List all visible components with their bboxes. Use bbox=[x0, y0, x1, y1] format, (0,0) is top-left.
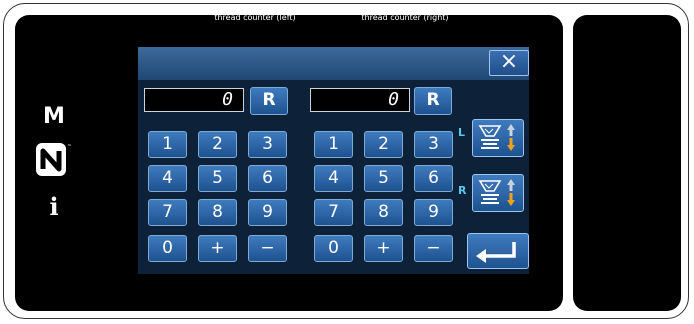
right-key-minus[interactable]: − bbox=[414, 235, 453, 262]
right-key-5[interactable]: 5 bbox=[364, 165, 403, 192]
side-panel bbox=[573, 15, 681, 311]
right-key-9[interactable]: 9 bbox=[414, 199, 453, 226]
left-key-7[interactable]: 7 bbox=[148, 199, 187, 226]
right-key-1[interactable]: 1 bbox=[314, 131, 353, 158]
right-key-0[interactable]: 0 bbox=[314, 235, 353, 262]
right-side-label: R bbox=[458, 184, 467, 197]
left-bobbin-counter-button[interactable] bbox=[472, 119, 524, 157]
right-key-7[interactable]: 7 bbox=[314, 199, 353, 226]
left-key-4[interactable]: 4 bbox=[148, 165, 187, 192]
mode-button[interactable]: M bbox=[0, 104, 108, 129]
bobbin-counter-icon bbox=[478, 124, 515, 151]
left-key-2[interactable]: 2 bbox=[198, 131, 237, 158]
enter-icon bbox=[476, 242, 516, 263]
left-key-plus[interactable]: + bbox=[198, 235, 237, 262]
left-key-8[interactable]: 8 bbox=[198, 199, 237, 226]
right-bobbin-counter-button[interactable] bbox=[472, 174, 524, 212]
right-key-3[interactable]: 3 bbox=[414, 131, 453, 158]
right-counter-title: Current value of bobbin thread counter (… bbox=[357, 3, 453, 22]
right-key-plus[interactable]: + bbox=[364, 235, 403, 262]
left-key-6[interactable]: 6 bbox=[248, 165, 287, 192]
right-key-6[interactable]: 6 bbox=[414, 165, 453, 192]
left-key-5[interactable]: 5 bbox=[198, 165, 237, 192]
information-button[interactable]: i bbox=[0, 192, 108, 221]
bobbin-counter-icon bbox=[478, 179, 515, 206]
left-key-9[interactable]: 9 bbox=[248, 199, 287, 226]
close-button[interactable]: × bbox=[489, 50, 529, 76]
left-counter-display[interactable]: 0 bbox=[144, 88, 244, 112]
right-key-2[interactable]: 2 bbox=[364, 131, 403, 158]
left-key-3[interactable]: 3 bbox=[248, 131, 287, 158]
left-reset-button[interactable]: R bbox=[250, 87, 288, 115]
left-counter-title: Current value of bobbin thread counter (… bbox=[207, 3, 303, 22]
left-key-minus[interactable]: − bbox=[248, 235, 287, 262]
svg-text:™: ™ bbox=[67, 144, 72, 150]
left-key-0[interactable]: 0 bbox=[148, 235, 187, 262]
right-key-8[interactable]: 8 bbox=[364, 199, 403, 226]
enter-button[interactable] bbox=[467, 233, 529, 269]
screen-header bbox=[138, 47, 529, 80]
close-icon: × bbox=[499, 49, 519, 74]
right-counter-display[interactable]: 0 bbox=[310, 88, 410, 112]
right-key-4[interactable]: 4 bbox=[314, 165, 353, 192]
nfc-icon: ™ bbox=[36, 143, 72, 176]
left-side-label: L bbox=[458, 126, 466, 139]
right-reset-button[interactable]: R bbox=[414, 87, 452, 115]
left-key-1[interactable]: 1 bbox=[148, 131, 187, 158]
